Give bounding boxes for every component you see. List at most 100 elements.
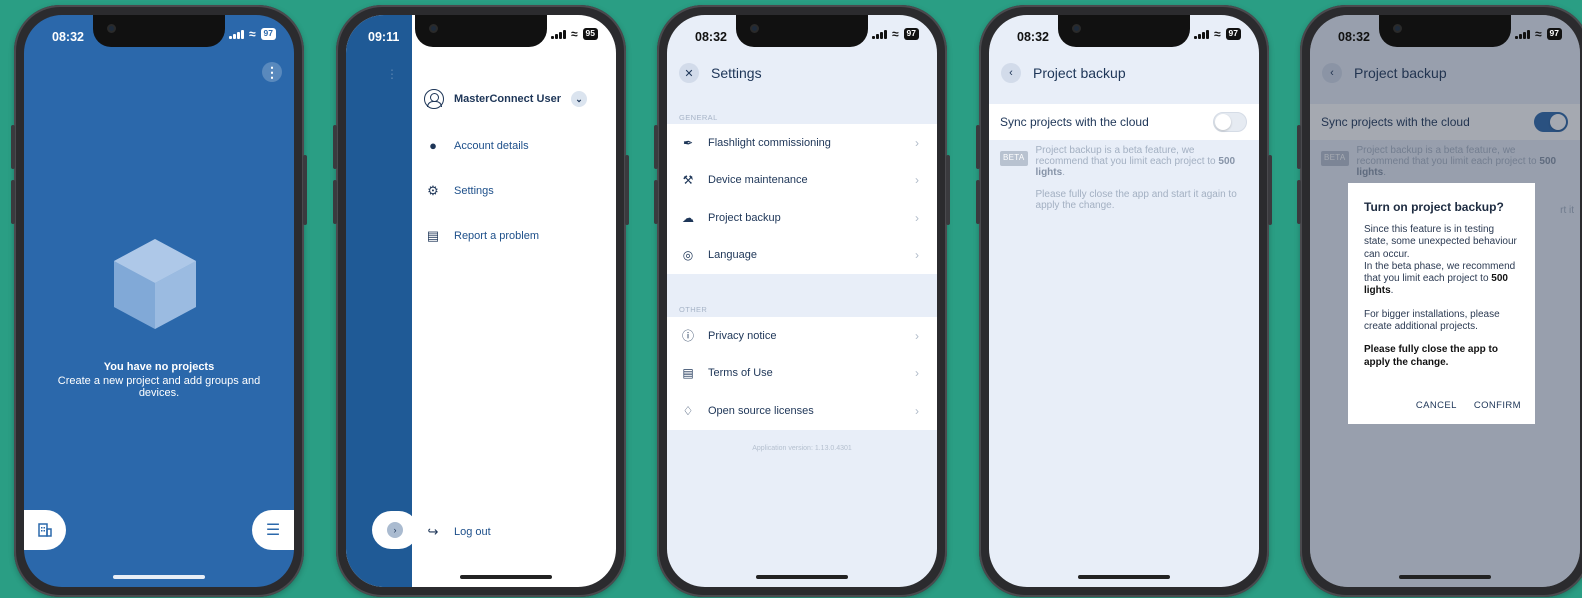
notch [736, 15, 868, 47]
kebab-menu-icon[interactable]: ⋮ [262, 62, 282, 82]
avatar-icon [424, 89, 444, 109]
close-button[interactable]: ✕ [679, 63, 699, 83]
confirm-dialog: Turn on project backup? Since this featu… [1348, 183, 1535, 424]
dialog-text: For bigger installations, please create … [1364, 308, 1500, 333]
settings-item-label: Language [708, 249, 757, 262]
wifi-icon: ≈ [891, 27, 899, 41]
phone-backup-dialog: 08:32 ≈ 97 ‹ Project backup Sync project… [1297, 5, 1582, 597]
settings-item-device-maintenance[interactable]: ⚒ Device maintenance › [667, 162, 937, 200]
hamburger-menu-button[interactable]: ☰ [252, 510, 294, 550]
logout-button[interactable]: ↪ Log out [426, 524, 491, 540]
home-indicator [1078, 575, 1170, 579]
chevron-right-icon: › [915, 328, 919, 343]
signal-icon [551, 29, 566, 39]
signal-icon [872, 29, 887, 39]
sync-setting-row: Sync projects with the cloud [989, 104, 1259, 140]
settings-item-flashlight[interactable]: ✒ Flashlight commissioning › [667, 124, 937, 162]
home-indicator [1399, 575, 1491, 579]
wifi-icon: ≈ [1213, 27, 1221, 41]
side-button [303, 155, 307, 225]
menu-item-report-problem[interactable]: ▤ Report a problem [426, 228, 539, 244]
dialog-title: Turn on project backup? [1364, 200, 1504, 214]
license-icon: ♢ [682, 403, 694, 418]
status-time: 08:32 [695, 30, 727, 44]
section-label-other: OTHER [679, 305, 708, 314]
settings-item-label: Device maintenance [708, 174, 808, 187]
screen: 08:32 ≈ 97 ‹ Project backup Sync project… [1310, 15, 1580, 587]
feedback-icon: ▤ [426, 228, 440, 243]
general-settings-list: ✒ Flashlight commissioning › ⚒ Device maint… [667, 124, 937, 274]
app-version: Application version: 1.13.0.4301 [752, 445, 852, 452]
menu-item-label: Report a problem [454, 230, 539, 242]
dialog-text: . [1390, 285, 1394, 297]
gear-icon: ⚙ [427, 183, 439, 198]
backup-header: ‹ Project backup [989, 59, 1259, 87]
account-icon: ● [429, 138, 437, 153]
chevron-right-icon: › [915, 403, 919, 418]
dialog-warning: Please fully close the app to apply the … [1364, 344, 1498, 368]
beta-text-post: . [1062, 167, 1065, 179]
building-button[interactable] [24, 510, 66, 550]
status-time: 08:32 [52, 30, 84, 44]
battery-indicator: 97 [903, 28, 919, 40]
status-time: 08:32 [1338, 30, 1370, 44]
beta-text-pre: Project backup is a beta feature, we rec… [1035, 145, 1219, 168]
logout-label: Log out [454, 526, 491, 538]
collapse-menu-button[interactable]: › [372, 511, 418, 549]
notch [1058, 15, 1190, 47]
home-indicator [113, 575, 205, 579]
phone-project-backup: 08:32 ≈ 97 ‹ Project backup Sync project… [976, 5, 1272, 597]
building-icon [38, 523, 52, 537]
signal-icon [1194, 29, 1209, 39]
settings-item-terms-of-use[interactable]: ▤ Terms of Use › [667, 355, 937, 393]
document-icon: ▤ [682, 366, 694, 381]
side-button [625, 155, 629, 225]
menu-item-settings[interactable]: ⚙ Settings [426, 183, 494, 199]
signal-icon [1515, 29, 1530, 39]
settings-item-project-backup[interactable]: ☁ Project backup › [667, 199, 937, 237]
settings-item-open-source[interactable]: ♢ Open source licenses › [667, 392, 937, 430]
phone-home-empty: 08:32 ≈ 97 ⋮ You have no projects Create… [11, 5, 307, 597]
settings-item-language[interactable]: ◎ Language › [667, 237, 937, 275]
menu-item-account-details[interactable]: ● Account details [426, 138, 529, 153]
cancel-button[interactable]: CANCEL [1416, 400, 1457, 411]
user-account-selector[interactable]: MasterConnect User ⌄ [424, 89, 587, 109]
dialog-text: Since this feature is in testing state, … [1364, 224, 1517, 260]
wifi-icon: ≈ [570, 27, 578, 41]
empty-state-subtitle: Create a new project and add groups and … [57, 375, 261, 399]
chevron-right-icon: › [387, 522, 403, 538]
notch [1379, 15, 1511, 47]
battery-indicator: 95 [582, 28, 598, 40]
notch [93, 15, 225, 47]
chevron-right-icon: › [915, 210, 919, 225]
settings-item-label: Project backup [708, 211, 781, 224]
cloud-icon: ☁ [682, 210, 694, 225]
signal-icon [229, 29, 244, 39]
home-indicator [460, 575, 552, 579]
sync-toggle[interactable] [1213, 112, 1247, 132]
screen: ⋮ 09:11 ≈ 95 MasterConnect User ⌄ ● Acco… [346, 15, 616, 587]
page-title: Settings [711, 65, 762, 81]
status-time: 08:32 [1017, 30, 1049, 44]
screen: 08:32 ≈ 97 ⋮ You have no projects Create… [24, 15, 294, 587]
battery-indicator: 97 [1225, 28, 1241, 40]
back-button[interactable]: ‹ [1001, 63, 1021, 83]
battery-indicator: 97 [1546, 28, 1562, 40]
side-button [1268, 155, 1272, 225]
dimmed-background-panel[interactable]: ⋮ [346, 15, 412, 587]
chevron-right-icon: › [915, 173, 919, 188]
menu-item-label: Account details [454, 139, 529, 152]
user-name: MasterConnect User [454, 93, 561, 105]
chevron-right-icon: › [915, 248, 919, 263]
other-settings-list: ⓘ Privacy notice › ▤ Terms of Use › ♢ Open so… [667, 317, 937, 430]
dialog-actions: CANCEL CONFIRM [1416, 400, 1521, 411]
settings-item-privacy-notice[interactable]: ⓘ Privacy notice › [667, 317, 937, 355]
flashlight-icon: ✒ [682, 135, 694, 150]
screen: 08:32 ≈ 97 ‹ Project backup Sync project… [989, 15, 1259, 587]
close-icon: ✕ [684, 67, 694, 80]
confirm-button[interactable]: CONFIRM [1474, 400, 1521, 411]
phone-settings: 08:32 ≈ 97 ✕ Settings GENERAL ✒ Flashligh… [654, 5, 950, 597]
settings-item-label: Terms of Use [708, 367, 773, 380]
chevron-left-icon: ‹ [1009, 67, 1013, 79]
settings-item-label: Flashlight commissioning [708, 136, 831, 149]
